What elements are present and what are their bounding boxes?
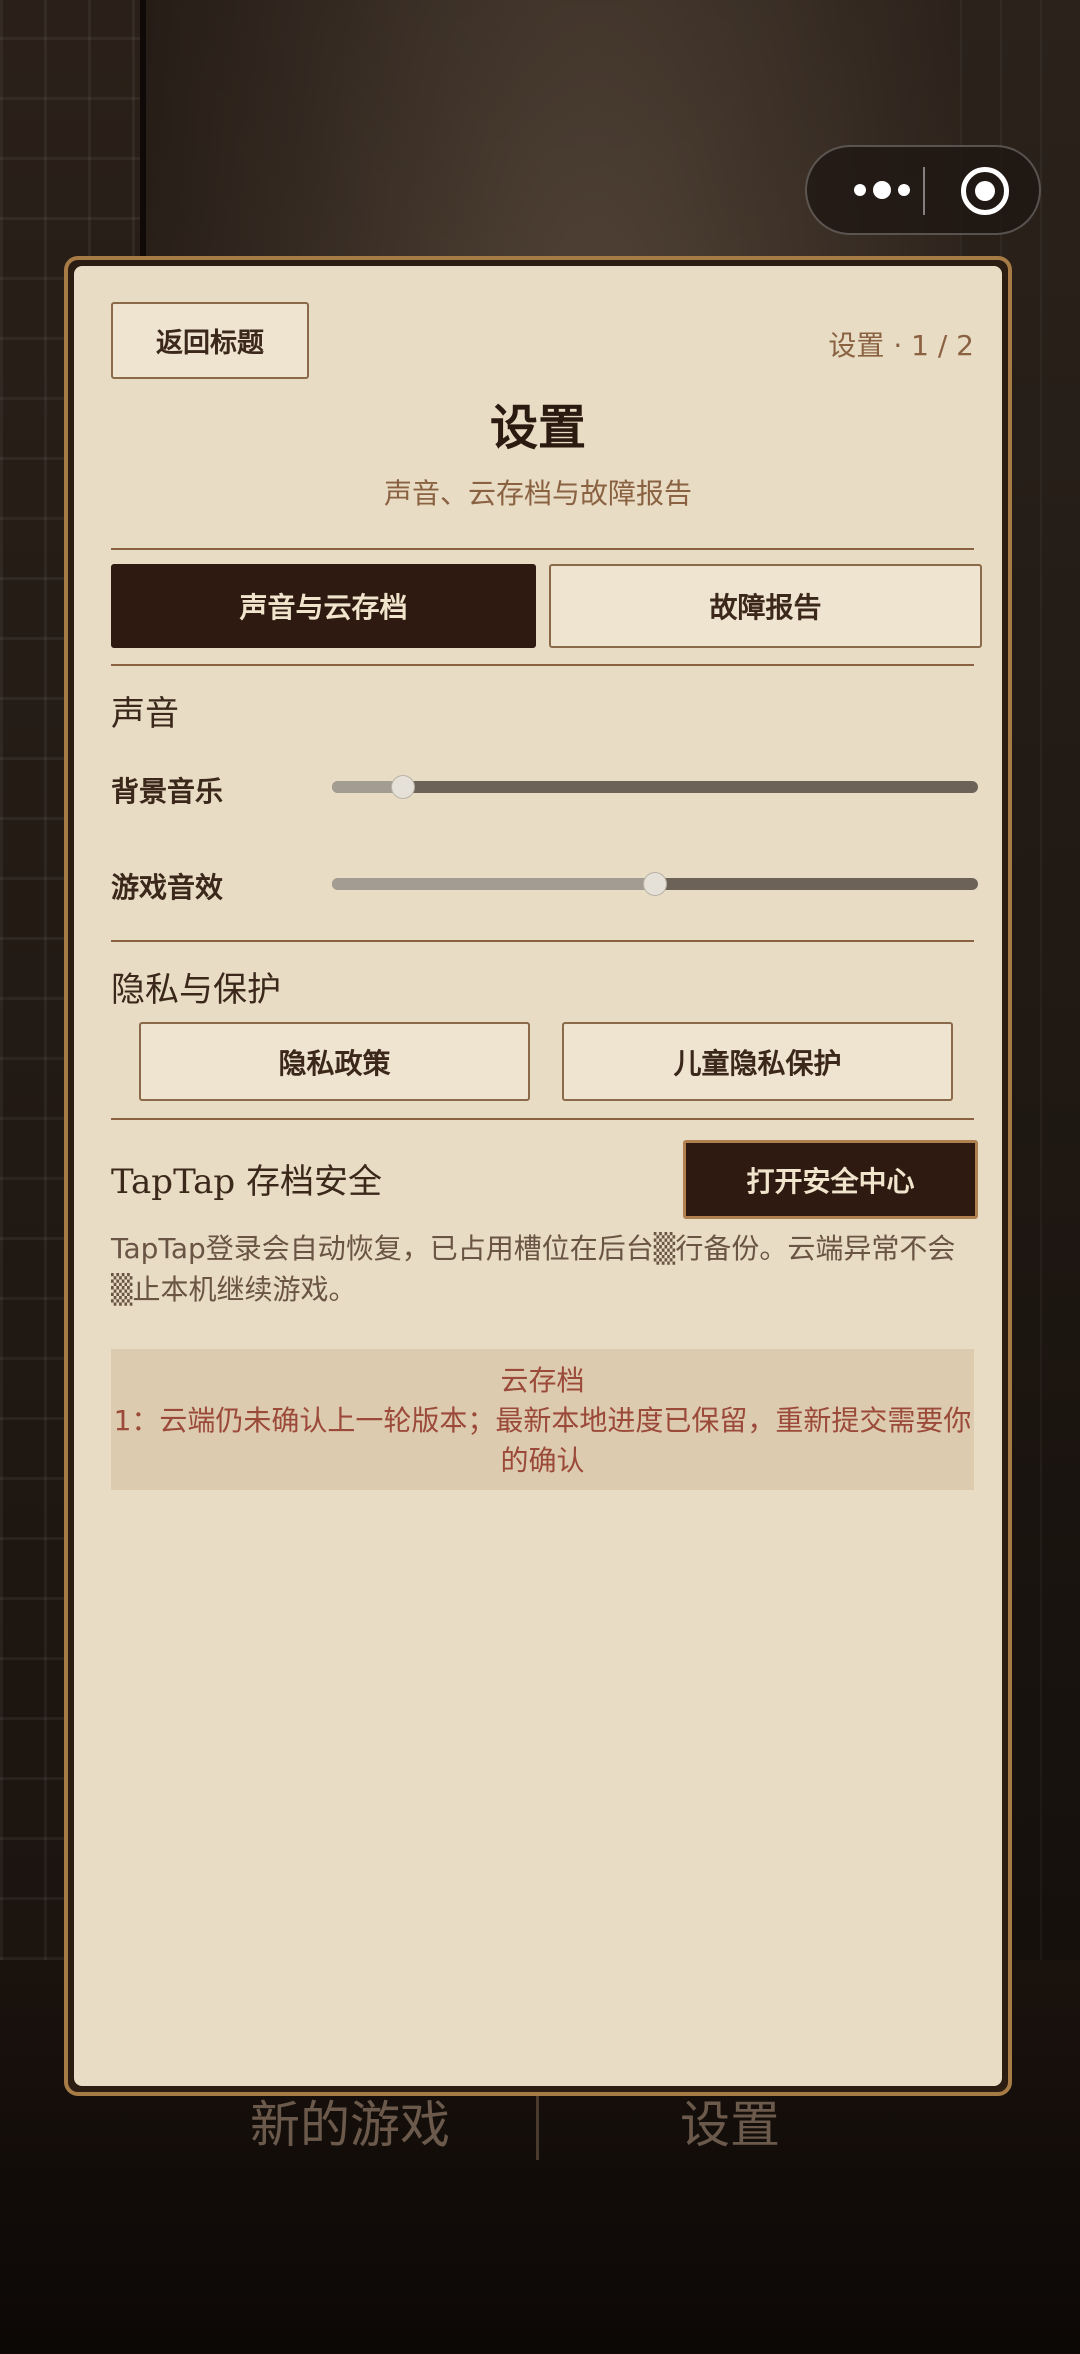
mini-program-capsule [805,145,1041,235]
divider [111,1118,974,1120]
bgm-label: 背景音乐 [111,775,224,808]
settings-modal: 返回标题 设置 · 1 / 2 设置 声音、云存档与故障报告 声音与云存档 故障… [64,256,1012,2096]
privacy-heading: 隐私与保护 [111,970,281,1010]
child-privacy-button[interactable]: 儿童隐私保护 [562,1022,953,1101]
back-to-title-button[interactable]: 返回标题 [111,302,309,379]
settings-panel: 返回标题 设置 · 1 / 2 设置 声音、云存档与故障报告 声音与云存档 故障… [74,266,1002,2086]
sfx-label: 游戏音效 [111,871,224,904]
cloud-save-alert-message: 1：云端仍未确认上一轮版本；最新本地进度已保留，重新提交需要你的确认 [113,1404,972,1477]
capsule-divider [923,167,925,215]
tab-sound-cloud[interactable]: 声音与云存档 [111,564,536,648]
sfx-slider-thumb[interactable] [644,873,666,895]
sfx-slider[interactable] [332,873,978,895]
taptap-heading: TapTap 存档安全 [111,1162,382,1202]
bgm-slider-thumb[interactable] [392,776,415,798]
sfx-slider-fill [332,878,655,890]
divider [111,548,974,550]
open-safety-center-button[interactable]: 打开安全中心 [683,1140,978,1219]
more-dots-icon[interactable] [837,147,927,233]
divider [111,664,974,666]
privacy-policy-button[interactable]: 隐私政策 [139,1022,530,1101]
taptap-note: TapTap登录会自动恢复，已占用槽位在后台▒行备份。云端异常不会▒止本机继续游… [111,1232,956,1306]
divider [111,940,974,942]
target-circle-icon[interactable] [961,167,1009,215]
sound-heading: 声音 [111,694,179,734]
tab-bug-report[interactable]: 故障报告 [549,564,982,648]
page-subtitle: 声音、云存档与故障报告 [383,477,692,510]
page-indicator: 设置 · 1 / 2 [828,329,974,362]
bgm-slider[interactable] [332,776,978,798]
cloud-save-alert: 云存档 1：云端仍未确认上一轮版本；最新本地进度已保留，重新提交需要你的确认 [111,1349,974,1490]
cloud-save-alert-title: 云存档 [500,1364,585,1397]
page-title: 设置 [489,400,586,456]
